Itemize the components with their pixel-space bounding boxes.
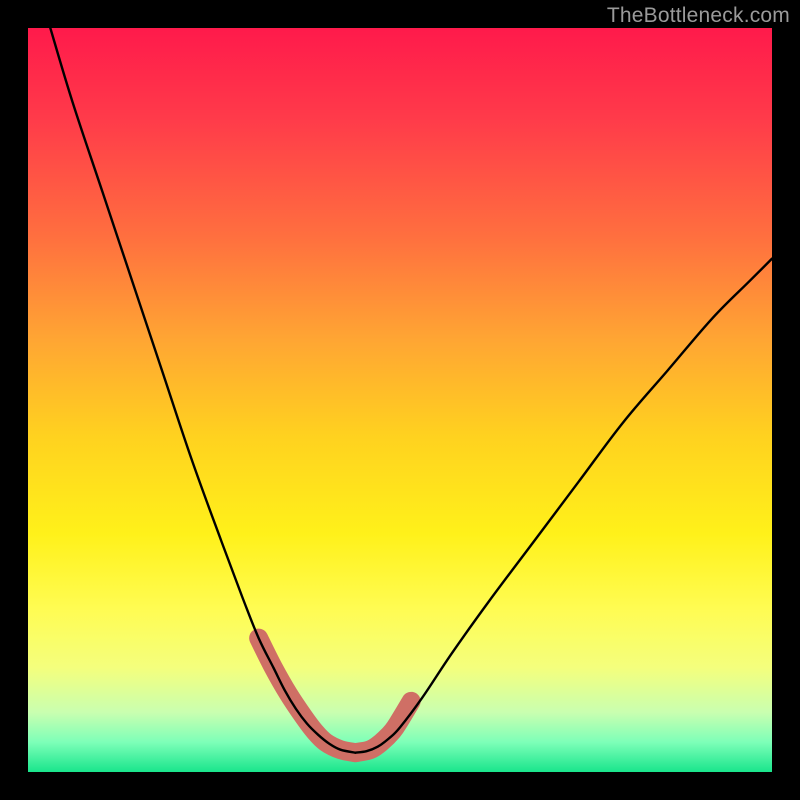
watermark-text: TheBottleneck.com [607, 4, 790, 28]
outer-frame: TheBottleneck.com [0, 0, 800, 800]
chart-svg [28, 28, 772, 772]
plot-area [28, 28, 772, 772]
gradient-background [28, 28, 772, 772]
